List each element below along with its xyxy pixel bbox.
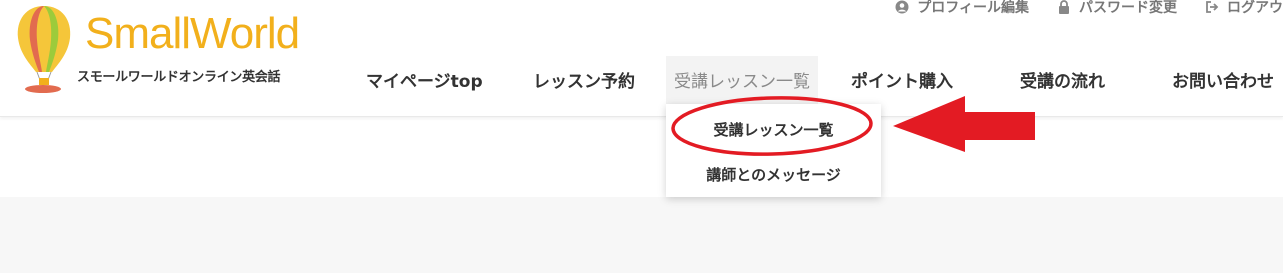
nav-item-point-purchase[interactable]: ポイント購入 bbox=[851, 56, 953, 108]
profile-edit-link[interactable]: プロフィール編集 bbox=[895, 0, 1029, 17]
nav-item-lesson-booking[interactable]: レッスン予約 bbox=[533, 56, 635, 108]
sign-out-icon bbox=[1206, 1, 1219, 13]
profile-edit-label: プロフィール編集 bbox=[917, 0, 1029, 16]
logout-link[interactable]: ログアウ bbox=[1205, 0, 1283, 17]
submenu-item-teacher-messages[interactable]: 講師とのメッセージ bbox=[666, 164, 881, 185]
nav-item-mypage[interactable]: マイページtop bbox=[366, 56, 483, 108]
lesson-submenu: 受講レッスン一覧 講師とのメッセージ bbox=[666, 104, 881, 197]
logout-label: ログアウ bbox=[1227, 0, 1283, 16]
main-nav: マイページtop レッスン予約 受講レッスン一覧 ポイント購入 受講の流れ お問… bbox=[0, 56, 1283, 108]
submenu-item-lesson-history[interactable]: 受講レッスン一覧 bbox=[666, 119, 881, 140]
content-background bbox=[0, 197, 1283, 273]
nav-item-lesson-history[interactable]: 受講レッスン一覧 bbox=[666, 56, 818, 108]
nav-item-how-it-works[interactable]: 受講の流れ bbox=[1020, 56, 1105, 108]
logo-title: SmallWorld bbox=[85, 9, 300, 58]
password-change-label: パスワード変更 bbox=[1079, 0, 1177, 16]
user-icon bbox=[895, 0, 909, 14]
nav-item-contact[interactable]: お問い合わせ bbox=[1172, 56, 1274, 108]
lock-icon bbox=[1059, 0, 1069, 14]
account-bar: プロフィール編集 パスワード変更 ログアウ bbox=[895, 0, 1283, 17]
password-change-link[interactable]: パスワード変更 bbox=[1057, 0, 1177, 17]
site-header: SmallWorld スモールワールドオンライン英会話 プロフィール編集 パスワ… bbox=[0, 0, 1283, 117]
